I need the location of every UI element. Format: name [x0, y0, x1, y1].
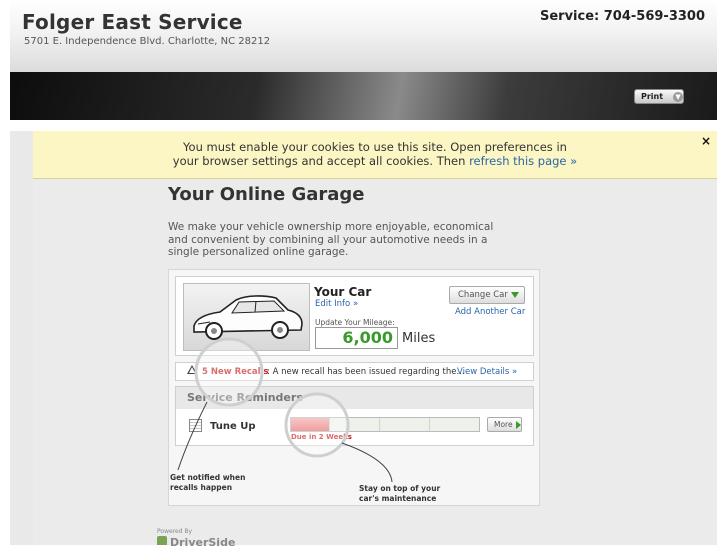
callout-line: recalls happen	[170, 482, 233, 492]
progress-segment	[378, 418, 429, 431]
mileage-label: Update Your Mileage:	[315, 318, 395, 327]
cookie-notice: You must enable your cookies to use this…	[33, 131, 717, 179]
dealer-name: Folger East Service	[22, 10, 243, 34]
driverside-brand[interactable]: DriverSide	[170, 536, 235, 549]
dealer-address: 5701 E. Independence Blvd. Charlotte, NC…	[24, 36, 271, 47]
callout-maintenance: Stay on top of your car's maintenance	[359, 484, 440, 503]
reminder-name: Tune Up	[210, 421, 256, 432]
spacer	[10, 120, 717, 131]
recall-count[interactable]: 5 New Recalls	[202, 367, 269, 377]
cookie-notice-line1: You must enable your cookies to use this…	[183, 140, 567, 154]
service-reminders-title: Service Reminders	[187, 391, 303, 404]
print-label: Print	[641, 92, 664, 101]
refresh-page-link[interactable]: refresh this page »	[469, 154, 577, 168]
edit-info-link[interactable]: Edit Info »	[315, 299, 358, 309]
change-car-button[interactable]: Change Car	[449, 286, 525, 304]
view-details-link[interactable]: View Details »	[457, 367, 517, 377]
reminder-progress-fill	[291, 418, 329, 431]
calendar-icon	[189, 419, 202, 432]
callout-line: car's maintenance	[359, 493, 437, 503]
cookie-notice-line2: your browser settings and accept all coo…	[33, 154, 717, 168]
progress-segment	[328, 418, 379, 431]
header-banner	[10, 72, 717, 120]
more-button[interactable]: More	[487, 417, 522, 432]
reminder-progress	[290, 417, 480, 432]
chevron-right-icon	[515, 421, 521, 429]
powered-by: Powered By	[157, 528, 193, 535]
due-text: Due in 2 Weeks	[291, 433, 352, 441]
print-icon: ▼	[673, 91, 683, 102]
your-car-heading: Your Car	[314, 285, 372, 299]
car-illustration	[193, 295, 303, 340]
mileage-unit: Miles	[402, 331, 436, 346]
cookie-notice-line2-text: your browser settings and accept all coo…	[172, 154, 470, 168]
close-icon[interactable]: ×	[701, 134, 711, 148]
garage-description: We make your vehicle ownership more enjo…	[168, 221, 494, 258]
more-label: More	[494, 420, 513, 429]
callout-line: Stay on top of your	[359, 484, 441, 493]
recall-text: : A new recall has been issued regarding…	[267, 367, 465, 377]
print-button[interactable]: Print ▼	[634, 89, 684, 104]
change-car-label: Change Car	[458, 290, 508, 300]
progress-segment	[428, 418, 480, 431]
mileage-input[interactable]: 6,000	[315, 327, 398, 349]
warning-icon	[187, 365, 197, 374]
chevron-down-icon	[510, 291, 519, 298]
page-title: Your Online Garage	[168, 184, 365, 205]
service-phone: Service: 704-569-3300	[539, 9, 705, 24]
callout-line: Get notified when	[170, 473, 246, 482]
driverside-logo-icon	[157, 536, 167, 545]
add-another-car-link[interactable]: Add Another Car	[455, 307, 525, 317]
callout-recalls: Get notified when recalls happen	[170, 473, 245, 492]
car-icon	[183, 283, 310, 351]
